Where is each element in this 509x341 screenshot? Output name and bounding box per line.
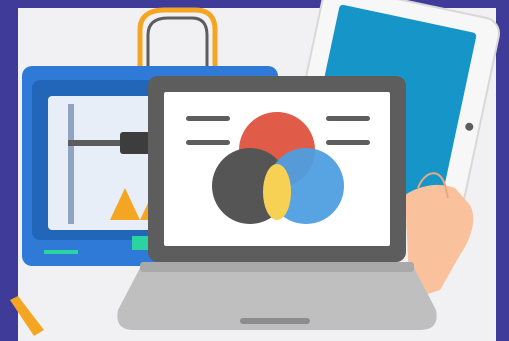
laptop-icon xyxy=(117,76,437,330)
illustration-svg xyxy=(10,0,500,336)
pencil-icon xyxy=(10,296,44,336)
illustration-stage xyxy=(0,0,509,341)
